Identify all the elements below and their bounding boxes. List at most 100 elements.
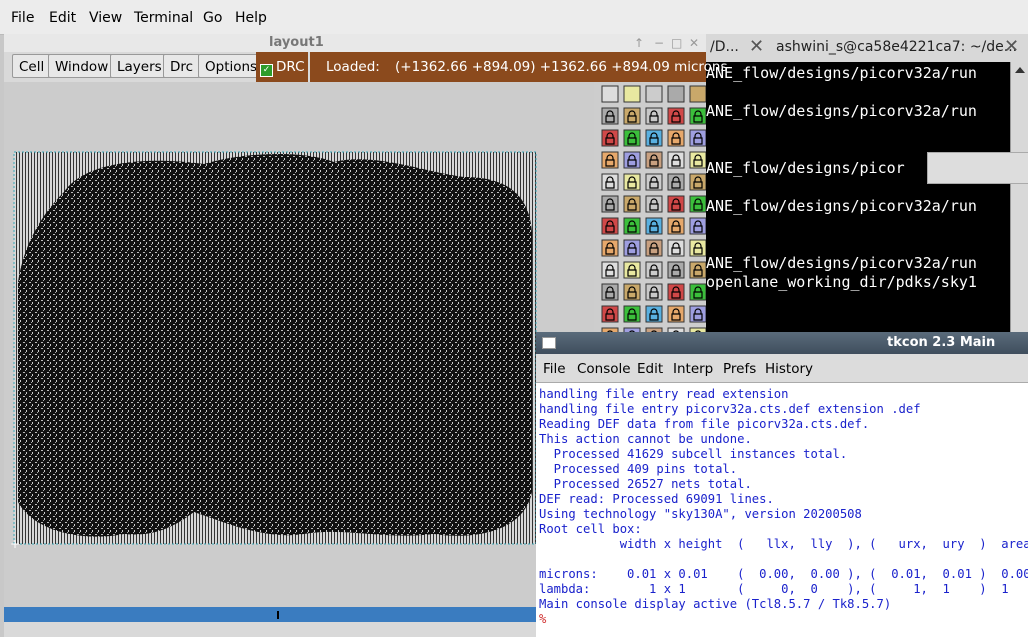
layer-swatch-icon[interactable] <box>645 217 663 235</box>
layer-swatch-icon[interactable] <box>645 85 663 103</box>
layer-swatch-icon[interactable] <box>667 239 685 257</box>
menu-file[interactable]: File <box>11 10 34 26</box>
console-line: microns: 0.01 x 0.01 ( 0.00, 0.00 ), ( 0… <box>539 567 1028 581</box>
layer-swatch-icon[interactable] <box>645 239 663 257</box>
layer-swatch-icon[interactable] <box>689 283 707 301</box>
layer-swatch-icon[interactable] <box>601 217 619 235</box>
up-arrow-icon[interactable]: ↑ <box>634 36 644 50</box>
layer-swatch-icon[interactable] <box>689 173 707 191</box>
menu-edit[interactable]: Edit <box>49 10 76 26</box>
layer-swatch-icon[interactable] <box>667 173 685 191</box>
layers-button[interactable]: Layers <box>110 54 169 78</box>
close-tab-icon[interactable]: ✕ <box>749 34 764 60</box>
layer-swatch-icon[interactable] <box>623 173 641 191</box>
layer-swatch-icon[interactable] <box>667 107 685 125</box>
window-menu-icon[interactable] <box>542 337 556 349</box>
chip-layout-view[interactable]: + <box>4 82 594 607</box>
layer-swatch-icon[interactable] <box>623 85 641 103</box>
layer-swatch-icon[interactable] <box>623 195 641 213</box>
layer-swatch-icon[interactable] <box>623 239 641 257</box>
layer-swatch-icon[interactable] <box>601 261 619 279</box>
layer-swatch-icon[interactable] <box>689 129 707 147</box>
terminal-tabbar: /D... ✕ ashwini_s@ca58e4221ca7: ~/de... … <box>706 34 1028 63</box>
layout-canvas[interactable]: + <box>4 82 594 607</box>
close-icon[interactable]: ✕ <box>689 36 699 50</box>
layer-swatch-icon[interactable] <box>623 261 641 279</box>
tk-menu-edit[interactable]: Edit <box>637 361 663 377</box>
scroll-thumb[interactable] <box>277 611 279 619</box>
layer-swatch-icon[interactable] <box>689 151 707 169</box>
layer-swatch-icon[interactable] <box>689 305 707 323</box>
tk-menu-history[interactable]: History <box>765 361 813 377</box>
menu-go[interactable]: Go <box>203 10 222 26</box>
console-line: Main console display active (Tcl8.5.7 / … <box>539 597 892 611</box>
menu-help[interactable]: Help <box>235 10 267 26</box>
layer-swatch-icon[interactable] <box>689 195 707 213</box>
menu-view[interactable]: View <box>89 10 122 26</box>
cell-button[interactable]: Cell <box>12 54 52 78</box>
layer-swatch-icon[interactable] <box>601 151 619 169</box>
drc-toggle[interactable]: ✓ DRC <box>256 52 308 82</box>
window-button[interactable]: Window <box>48 54 116 78</box>
layer-swatch-icon[interactable] <box>601 283 619 301</box>
layer-swatch-icon[interactable] <box>645 283 663 301</box>
layer-swatch-icon[interactable] <box>645 129 663 147</box>
layer-palette-grid[interactable] <box>594 82 707 364</box>
console-line: width x height ( llx, lly ), ( urx, ury … <box>619 537 1028 551</box>
console-line: DEF read: Processed 69091 lines. <box>539 492 774 506</box>
layer-swatch-icon[interactable] <box>645 261 663 279</box>
minimize-icon[interactable]: − <box>654 36 664 50</box>
terminal-tab-2[interactable]: ashwini_s@ca58e4221ca7: ~/de... <box>776 34 1017 62</box>
layer-swatch-icon[interactable] <box>601 305 619 323</box>
tk-menu-prefs[interactable]: Prefs <box>723 361 756 377</box>
layer-swatch-icon[interactable] <box>645 195 663 213</box>
layer-swatch-icon[interactable] <box>623 217 641 235</box>
maximize-icon[interactable]: □ <box>671 36 682 50</box>
tk-menu-interp[interactable]: Interp <box>673 361 713 377</box>
tk-menu-file[interactable]: File <box>543 361 566 377</box>
floating-handle[interactable] <box>927 152 1028 184</box>
layer-swatch-icon[interactable] <box>689 85 707 103</box>
layer-swatch-icon[interactable] <box>601 239 619 257</box>
layer-swatch-icon[interactable] <box>645 107 663 125</box>
tk-menu-console[interactable]: Console <box>577 361 631 377</box>
layer-swatch-icon[interactable] <box>645 305 663 323</box>
layer-swatch-icon[interactable] <box>667 261 685 279</box>
layer-swatch-icon[interactable] <box>667 151 685 169</box>
console-line: Reading DEF data from file picorv32a.cts… <box>539 417 870 431</box>
close-tab-icon[interactable]: ✕ <box>1004 34 1019 60</box>
layer-swatch-icon[interactable] <box>601 107 619 125</box>
scroll-up-icon[interactable] <box>1011 62 1028 78</box>
layer-swatch-icon[interactable] <box>667 85 685 103</box>
layer-swatch-icon[interactable] <box>623 283 641 301</box>
options-button[interactable]: Options <box>198 54 265 78</box>
layer-swatch-icon[interactable] <box>623 151 641 169</box>
layer-swatch-icon[interactable] <box>601 173 619 191</box>
layer-swatch-icon[interactable] <box>667 283 685 301</box>
terminal-scrollbar[interactable] <box>1010 62 1028 342</box>
console-prompt[interactable]: % <box>539 612 546 626</box>
drc-menu-button[interactable]: Drc <box>163 54 201 78</box>
layer-swatch-icon[interactable] <box>667 305 685 323</box>
layer-swatch-icon[interactable] <box>667 195 685 213</box>
layer-swatch-icon[interactable] <box>623 305 641 323</box>
layer-swatch-icon[interactable] <box>645 173 663 191</box>
layer-swatch-icon[interactable] <box>601 129 619 147</box>
menu-terminal[interactable]: Terminal <box>134 10 193 26</box>
layer-swatch-icon[interactable] <box>667 129 685 147</box>
layer-swatch-icon[interactable] <box>689 239 707 257</box>
tkcon-console[interactable]: handling file entry read extension handl… <box>536 383 1028 637</box>
terminal-output[interactable]: ANE_flow/designs/picorv32a/run ANE_flow/… <box>706 62 1028 342</box>
layer-swatch-icon[interactable] <box>667 217 685 235</box>
layer-swatch-icon[interactable] <box>689 217 707 235</box>
layer-swatch-icon[interactable] <box>645 151 663 169</box>
layer-swatch-icon[interactable] <box>689 261 707 279</box>
layer-palette[interactable] <box>594 82 707 364</box>
layer-swatch-icon[interactable] <box>601 85 619 103</box>
terminal-line: openlane_working_dir/pdks/sky1 <box>706 273 977 291</box>
layer-swatch-icon[interactable] <box>623 129 641 147</box>
horizontal-scrollbar[interactable] <box>4 607 536 622</box>
layer-swatch-icon[interactable] <box>601 195 619 213</box>
layer-swatch-icon[interactable] <box>623 107 641 125</box>
layer-swatch-icon[interactable] <box>689 107 707 125</box>
